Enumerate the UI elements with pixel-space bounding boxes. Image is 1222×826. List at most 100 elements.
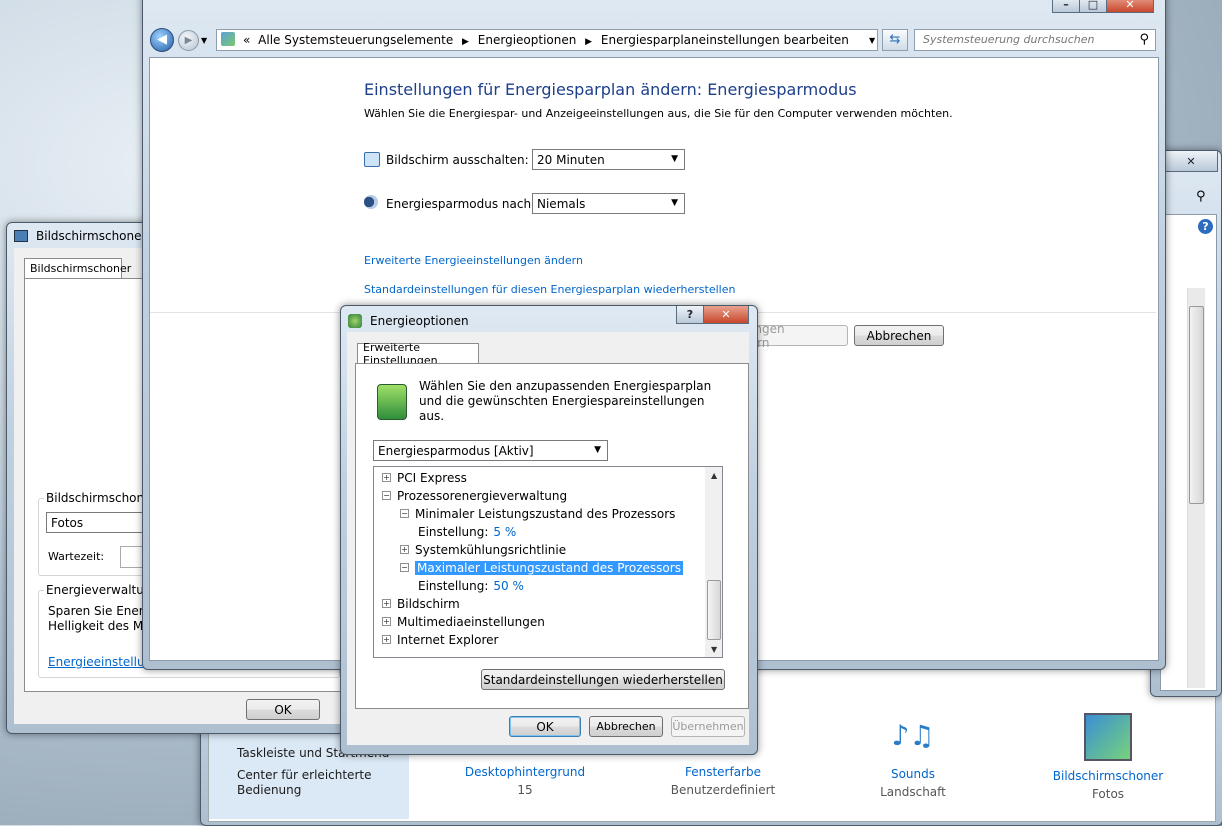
tree-item[interactable]: − Maximaler Leistungszustand des Prozesso… xyxy=(400,559,683,576)
expand-icon[interactable]: + xyxy=(382,473,391,482)
chevron-down-icon: ▼ xyxy=(671,198,678,208)
refresh-button[interactable]: ⇆ xyxy=(882,29,908,51)
breadcrumb-item-edit-plan[interactable]: Energiesparplaneinstellungen bearbeiten xyxy=(601,33,849,47)
help-button[interactable]: ? xyxy=(676,306,704,324)
desktop-background-label: Desktophintergrund xyxy=(464,765,586,779)
apply-button[interactable]: Übernehmen xyxy=(671,716,745,737)
chevron-down-icon: ▼ xyxy=(594,445,601,455)
tree-scroll-thumb[interactable] xyxy=(707,580,721,640)
restore-defaults-button[interactable]: Standardeinstellungen wiederherstellen xyxy=(481,669,725,690)
tree-item-label: Systemkühlungsrichtlinie xyxy=(415,542,567,557)
screensaver-group-label: Bildschirmschoner xyxy=(44,491,148,505)
plan-select[interactable]: Energiesparmodus [Aktiv] ▼ xyxy=(373,440,608,461)
tree-item-label: Einstellung: xyxy=(418,524,489,539)
search-placeholder: Systemsteuerung durchsuchen xyxy=(923,33,1095,46)
window-color-label: Fensterfarbe xyxy=(684,765,762,779)
close-button[interactable]: ✕ xyxy=(1106,0,1154,13)
tree-item[interactable]: + Systemkühlungsrichtlinie xyxy=(400,541,566,558)
maximize-button[interactable]: □ xyxy=(1079,0,1107,13)
breadcrumb-item-power-options[interactable]: Energieoptionen xyxy=(478,33,577,47)
battery-plug-icon xyxy=(377,384,407,420)
power-text-line-1: Sparen Sie Energi xyxy=(48,604,155,618)
tree-item-label: Prozessorenergieverwaltung xyxy=(397,488,568,503)
expand-icon[interactable]: + xyxy=(382,635,391,644)
display-off-label: Bildschirm ausschalten: xyxy=(386,153,529,167)
main-cancel-button[interactable]: Abbrechen xyxy=(854,325,944,346)
expand-icon[interactable]: + xyxy=(382,617,391,626)
tree-item-label: Multimediaeinstellungen xyxy=(397,614,545,629)
right-window-search-icon[interactable]: ⚲ xyxy=(1196,189,1206,204)
tab-screensaver[interactable]: Bildschirmschoner xyxy=(24,258,131,278)
sounds-item[interactable]: ♪♫ Sounds Landschaft xyxy=(838,705,988,799)
address-dropdown-icon[interactable]: ▼ xyxy=(869,36,875,45)
tree-item[interactable]: + PCI Express xyxy=(382,469,467,486)
breadcrumb: « Alle Systemsteuerungselemente ▶ Energi… xyxy=(243,33,849,47)
tree-item-label: Maximaler Leistungszustand des Prozessor… xyxy=(415,560,683,575)
power-options-description: Wählen Sie den anzupassenden Energiespar… xyxy=(419,379,712,423)
dialog-ok-button[interactable]: OK xyxy=(509,716,581,737)
scroll-up-icon[interactable]: ▲ xyxy=(711,471,717,480)
screensaver-icon xyxy=(1084,713,1132,761)
sleep-value: Niemals xyxy=(537,196,586,211)
breadcrumb-overflow[interactable]: « xyxy=(243,33,250,47)
display-off-value: 20 Minuten xyxy=(537,152,605,167)
tree-item-value[interactable]: 5 % xyxy=(493,525,516,539)
collapse-icon[interactable]: − xyxy=(382,491,391,500)
tree-item-label: Minimaler Leistungszustand des Prozessor… xyxy=(415,506,676,521)
tab-advanced-settings[interactable]: Erweiterte Einstellungen xyxy=(357,341,479,367)
tree-item[interactable]: + Bildschirm xyxy=(382,595,460,612)
dialog-close-button[interactable]: ✕ xyxy=(703,306,749,324)
search-icon[interactable]: ⚲ xyxy=(1139,32,1149,47)
restore-defaults-link[interactable]: Standardeinstellungen für diesen Energie… xyxy=(364,283,735,296)
wait-label: Wartezeit: xyxy=(48,550,105,563)
scroll-down-icon[interactable]: ▼ xyxy=(711,645,717,654)
tree-item[interactable]: Einstellung: 5 % xyxy=(418,523,516,540)
screensaver-dialog-icon xyxy=(14,230,28,242)
right-window-scroll-thumb[interactable] xyxy=(1189,306,1204,504)
plan-select-value: Energiesparmodus [Aktiv] xyxy=(378,443,534,458)
screensaver-select-value: Fotos xyxy=(51,515,84,530)
collapse-icon[interactable]: − xyxy=(400,563,409,572)
sounds-sub: Landschaft xyxy=(880,785,946,799)
breadcrumb-separator-icon[interactable]: ▶ xyxy=(462,37,469,47)
window-color-sub: Benutzerdefiniert xyxy=(670,783,776,797)
tree-item[interactable]: − Prozessorenergieverwaltung xyxy=(382,487,567,504)
tree-item-value[interactable]: 50 % xyxy=(493,579,524,593)
sleep-moon-icon xyxy=(364,195,378,209)
sidebar-link-ease-of-access[interactable]: Center für erleichterte Bedienung xyxy=(237,768,377,798)
breadcrumb-separator-icon[interactable]: ▶ xyxy=(585,37,592,47)
screensaver-item[interactable]: Bildschirmschoner Fotos xyxy=(1033,705,1183,801)
right-window-close-button[interactable]: ✕ xyxy=(1164,151,1218,172)
tree-item-label: Bildschirm xyxy=(397,596,460,611)
desktop-background-sub: 15 xyxy=(517,783,533,797)
screensaver-sub: Fotos xyxy=(1091,787,1125,801)
power-options-title: Energieoptionen xyxy=(370,314,469,328)
expand-icon[interactable]: + xyxy=(400,545,409,554)
display-off-select[interactable]: 20 Minuten ▼ xyxy=(532,149,685,170)
sounds-label: Sounds xyxy=(890,767,936,781)
tree-item[interactable]: − Minimaler Leistungszustand des Prozesso… xyxy=(400,505,675,522)
forward-button[interactable]: ▶ xyxy=(178,30,199,51)
sleep-select[interactable]: Niemals ▼ xyxy=(532,193,685,214)
expand-icon[interactable]: + xyxy=(382,599,391,608)
tree-item-label: Einstellung: xyxy=(418,578,489,593)
tree-item[interactable]: + Multimediaeinstellungen xyxy=(382,613,545,630)
tree-item[interactable]: Einstellung: 50 % xyxy=(418,577,524,594)
advanced-settings-link[interactable]: Erweiterte Energieeinstellungen ändern xyxy=(364,254,583,267)
breadcrumb-item-all-items[interactable]: Alle Systemsteuerungselemente xyxy=(258,33,453,47)
screensaver-select[interactable]: Fotos xyxy=(46,512,146,533)
tree-item[interactable]: + Internet Explorer xyxy=(382,631,498,648)
search-box[interactable]: Systemsteuerung durchsuchen ⚲ xyxy=(914,29,1156,51)
power-text-line-2: Helligkeit des Mo xyxy=(48,619,151,633)
chevron-down-icon: ▼ xyxy=(671,154,678,164)
display-clock-icon xyxy=(364,152,380,167)
back-button[interactable]: ◀ xyxy=(150,28,174,52)
screensaver-ok-button[interactable]: OK xyxy=(246,699,320,720)
collapse-icon[interactable]: − xyxy=(400,509,409,518)
page-subtitle: Wählen Sie die Energiespar- und Anzeigee… xyxy=(364,107,953,120)
minimize-button[interactable]: – xyxy=(1052,0,1080,13)
recent-pages-chevron-icon[interactable]: ▼ xyxy=(201,36,207,45)
dialog-cancel-button[interactable]: Abbrechen xyxy=(589,716,663,737)
right-window-help-icon[interactable]: ? xyxy=(1198,219,1213,234)
sleep-label: Energiesparmodus nach: xyxy=(386,197,536,211)
